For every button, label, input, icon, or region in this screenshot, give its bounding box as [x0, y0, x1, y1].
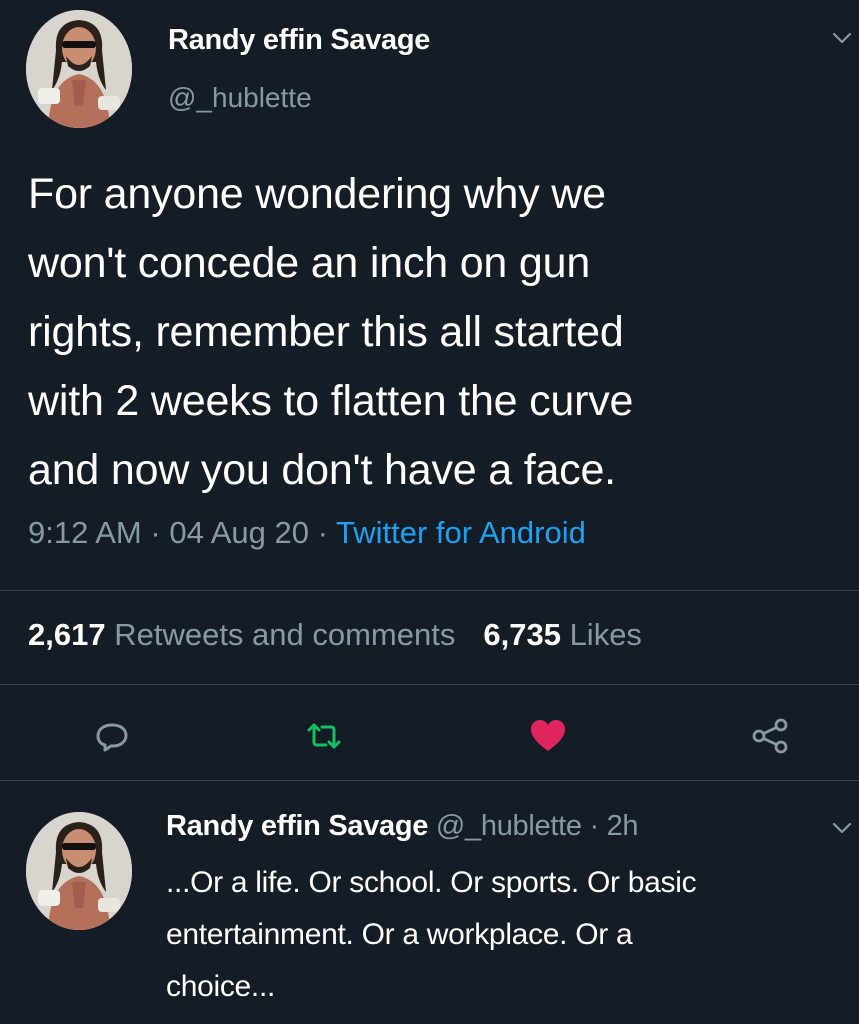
tweet-text-line: For anyone wondering why we	[28, 170, 606, 218]
retweets-count: 2,617	[28, 617, 106, 652]
tweet-date: 04 Aug 20	[169, 515, 309, 550]
tweet-text-line: rights, remember this all started	[28, 308, 624, 356]
tweet-body: For anyone wondering why we won't conced…	[28, 160, 828, 505]
reply-timestamp[interactable]: 2h	[607, 810, 639, 842]
meta-separator: ·	[150, 515, 161, 550]
reply-author-name[interactable]: Randy effin Savage	[166, 810, 428, 842]
reply-header: Randy effin Savage @_hublette · 2h	[166, 810, 639, 843]
avatar-photo	[26, 10, 132, 128]
tweet-stats: 2,617 Retweets and comments 6,735 Likes	[28, 617, 642, 653]
meta-separator: ·	[317, 515, 328, 550]
author-name[interactable]: Randy effin Savage	[168, 24, 430, 57]
tweet-source-link[interactable]: Twitter for Android	[336, 515, 586, 550]
chevron-down-icon[interactable]	[831, 30, 853, 46]
likes-stat[interactable]: 6,735 Likes	[483, 617, 642, 652]
author-avatar[interactable]	[26, 10, 132, 128]
reply-text-line: choice...	[166, 970, 276, 1003]
heart-icon[interactable]	[528, 716, 568, 756]
chevron-down-icon[interactable]	[831, 820, 853, 836]
divider	[0, 684, 859, 685]
reply-text-line: entertainment. Or a workplace. Or a	[166, 918, 633, 951]
likes-count: 6,735	[483, 617, 561, 652]
avatar-photo	[26, 812, 132, 930]
divider	[0, 590, 859, 591]
author-handle[interactable]: @_hublette	[168, 82, 312, 114]
tweet-metadata: 9:12 AM · 04 Aug 20 · Twitter for Androi…	[28, 515, 586, 551]
retweet-icon[interactable]	[304, 716, 344, 756]
reply-author-handle[interactable]: @_hublette	[436, 810, 582, 842]
reply-author-avatar[interactable]	[26, 812, 132, 930]
retweets-stat[interactable]: 2,617 Retweets and comments	[28, 617, 455, 652]
tweet-time: 9:12 AM	[28, 515, 142, 550]
share-icon[interactable]	[750, 716, 790, 756]
tweet-detail-screen: Randy effin Savage @_hublette For anyone…	[0, 0, 859, 1024]
reply-body: ...Or a life. Or school. Or sports. Or b…	[166, 857, 846, 1013]
tweet-text-line: won't concede an inch on gun	[28, 239, 591, 287]
meta-separator: ·	[589, 810, 599, 842]
likes-label: Likes	[569, 617, 642, 652]
reply-bubble-icon[interactable]	[92, 716, 132, 756]
tweet-text-line: and now you don't have a face.	[28, 446, 616, 494]
retweets-label: Retweets and comments	[114, 617, 456, 652]
divider	[0, 780, 859, 781]
tweet-text-line: with 2 weeks to flatten the curve	[28, 377, 634, 425]
reply-text-line: ...Or a life. Or school. Or sports. Or b…	[166, 866, 697, 899]
